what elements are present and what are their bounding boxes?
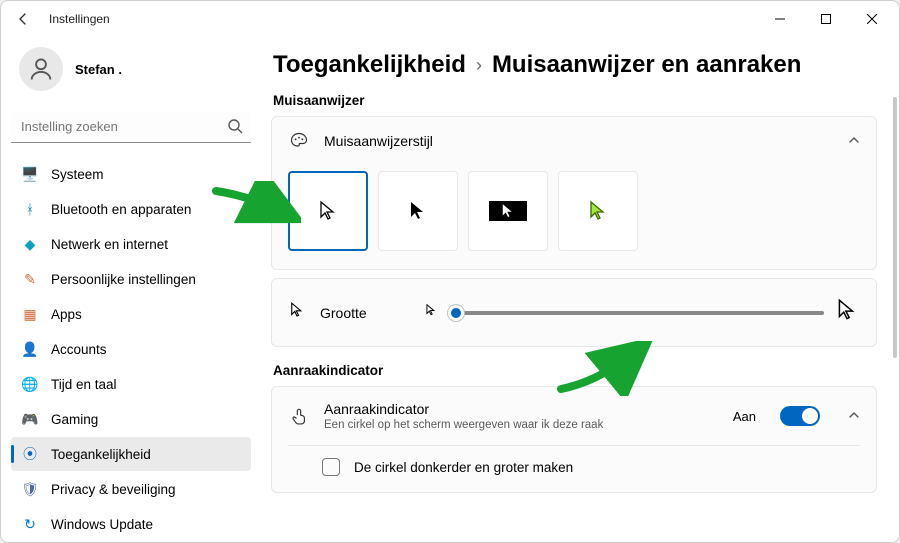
sidebar-item-apps[interactable]: ▦ Apps xyxy=(11,297,251,331)
pointer-size-card: Grootte xyxy=(271,278,877,347)
sidebar-item-gaming[interactable]: 🎮 Gaming xyxy=(11,402,251,436)
cursor-small-icon xyxy=(288,301,306,324)
nav-label: Apps xyxy=(51,307,82,322)
sidebar-item-bluetooth-en-apparaten[interactable]: ᚼ Bluetooth en apparaten xyxy=(11,192,251,226)
nav-label: Windows Update xyxy=(51,517,153,532)
nav-icon: ᚼ xyxy=(21,200,39,218)
sidebar-item-accounts[interactable]: 👤 Accounts xyxy=(11,332,251,366)
breadcrumb-current: Muisaanwijzer en aanraken xyxy=(492,51,801,79)
nav-label: Toegankelijkheid xyxy=(51,447,151,462)
search-icon xyxy=(227,118,243,139)
touch-indicator-sub: Een cirkel op het scherm weergeven waar … xyxy=(324,419,719,431)
window-title: Instellingen xyxy=(41,12,110,26)
touch-darker-option[interactable]: De cirkel donkerder en groter maken xyxy=(272,446,876,492)
sidebar-item-netwerk-en-internet[interactable]: ◆ Netwerk en internet xyxy=(11,227,251,261)
maximize-button[interactable] xyxy=(803,3,849,35)
breadcrumb: Toegankelijkheid › Muisaanwijzer en aanr… xyxy=(273,51,877,79)
touch-darker-label: De cirkel donkerder en groter maken xyxy=(354,460,573,475)
touch-indicator-label: Aanraakindicator xyxy=(324,401,719,417)
nav-label: Privacy & beveiliging xyxy=(51,482,176,497)
close-button[interactable] xyxy=(849,3,895,35)
nav-label: Bluetooth en apparaten xyxy=(51,202,191,217)
person-icon xyxy=(27,55,55,83)
nav-label: Accounts xyxy=(51,342,107,357)
nav-label: Systeem xyxy=(51,167,104,182)
chevron-up-icon xyxy=(848,409,860,424)
profile-block[interactable]: Stefan . xyxy=(11,37,251,105)
nav-icon: ◆ xyxy=(21,235,39,253)
slider-min-icon xyxy=(424,303,438,322)
pointer-style-custom[interactable] xyxy=(558,171,638,251)
pointer-style-white[interactable] xyxy=(288,171,368,251)
pointer-style-header[interactable]: Muisaanwijzerstijl xyxy=(272,117,876,165)
cursor-green-icon xyxy=(586,199,610,223)
maximize-icon xyxy=(821,14,831,24)
nav-label: Persoonlijke instellingen xyxy=(51,272,196,287)
nav-label: Tijd en taal xyxy=(51,377,117,392)
toggle-state-text: Aan xyxy=(733,409,756,424)
nav-icon: ↻ xyxy=(21,515,39,533)
main-content: Toegankelijkheid › Muisaanwijzer en aanr… xyxy=(261,37,899,542)
nav-icon: ▦ xyxy=(21,305,39,323)
profile-name: Stefan . xyxy=(75,62,122,77)
scrollbar[interactable] xyxy=(893,97,897,532)
checkbox-unchecked[interactable] xyxy=(322,458,340,476)
nav-label: Netwerk en internet xyxy=(51,237,168,252)
cursor-white-icon xyxy=(316,199,340,223)
section-title-touch: Aanraakindicator xyxy=(273,363,877,378)
avatar xyxy=(19,47,63,91)
pointer-size-slider[interactable] xyxy=(448,311,824,315)
nav-list: 🖥️ Systeem ᚼ Bluetooth en apparaten ◆ Netwerk… xyxy=(11,157,251,541)
breadcrumb-parent[interactable]: Toegankelijkheid xyxy=(273,51,466,79)
sidebar-item-systeem[interactable]: 🖥️ Systeem xyxy=(11,157,251,191)
nav-icon: 🛡 xyxy=(21,480,39,498)
touch-icon xyxy=(288,406,310,426)
cursor-black-icon xyxy=(406,199,430,223)
slider-thumb[interactable] xyxy=(448,305,464,321)
touch-indicator-card: Aanraakindicator Een cirkel op het scher… xyxy=(271,386,877,493)
minimize-icon xyxy=(775,14,785,24)
pointer-style-card: Muisaanwijzerstijl xyxy=(271,116,877,270)
sidebar-item-tijd-en-taal[interactable]: 🌐 Tijd en taal xyxy=(11,367,251,401)
cursor-inverted-icon xyxy=(499,202,517,220)
pointer-style-options xyxy=(272,165,876,269)
nav-icon: ⦿ xyxy=(21,445,39,463)
settings-window: Instellingen Stefan . xyxy=(0,0,900,543)
nav-icon: 🖥️ xyxy=(21,165,39,183)
titlebar: Instellingen xyxy=(1,1,899,37)
back-button[interactable] xyxy=(5,1,41,37)
nav-icon: 🌐 xyxy=(21,375,39,393)
pointer-style-black[interactable] xyxy=(378,171,458,251)
pointer-size-label: Grootte xyxy=(320,305,410,321)
sidebar-item-privacy-beveiliging[interactable]: 🛡 Privacy & beveiliging xyxy=(11,472,251,506)
search-input[interactable] xyxy=(11,111,251,143)
nav-icon: ✎ xyxy=(21,270,39,288)
sidebar-item-windows-update[interactable]: ↻ Windows Update xyxy=(11,507,251,541)
section-title-pointer: Muisaanwijzer xyxy=(273,93,877,108)
chevron-right-icon: › xyxy=(476,55,482,76)
nav-icon: 👤 xyxy=(21,340,39,358)
minimize-button[interactable] xyxy=(757,3,803,35)
touch-indicator-toggle[interactable] xyxy=(780,406,820,426)
sidebar: Stefan . 🖥️ Systeem ᚼ Bluetooth en apparate… xyxy=(1,37,261,542)
touch-indicator-row[interactable]: Aanraakindicator Een cirkel op het scher… xyxy=(272,387,876,445)
back-arrow-icon xyxy=(16,12,30,26)
sidebar-item-toegankelijkheid[interactable]: ⦿ Toegankelijkheid xyxy=(11,437,251,471)
nav-icon: 🎮 xyxy=(21,410,39,428)
sidebar-item-persoonlijke-instellingen[interactable]: ✎ Persoonlijke instellingen xyxy=(11,262,251,296)
pointer-style-inverted[interactable] xyxy=(468,171,548,251)
search-box xyxy=(11,111,251,143)
close-icon xyxy=(867,14,877,24)
palette-icon xyxy=(288,131,310,151)
nav-label: Gaming xyxy=(51,412,98,427)
slider-max-icon xyxy=(834,297,860,328)
chevron-up-icon xyxy=(848,134,860,149)
pointer-style-label: Muisaanwijzerstijl xyxy=(324,133,834,149)
